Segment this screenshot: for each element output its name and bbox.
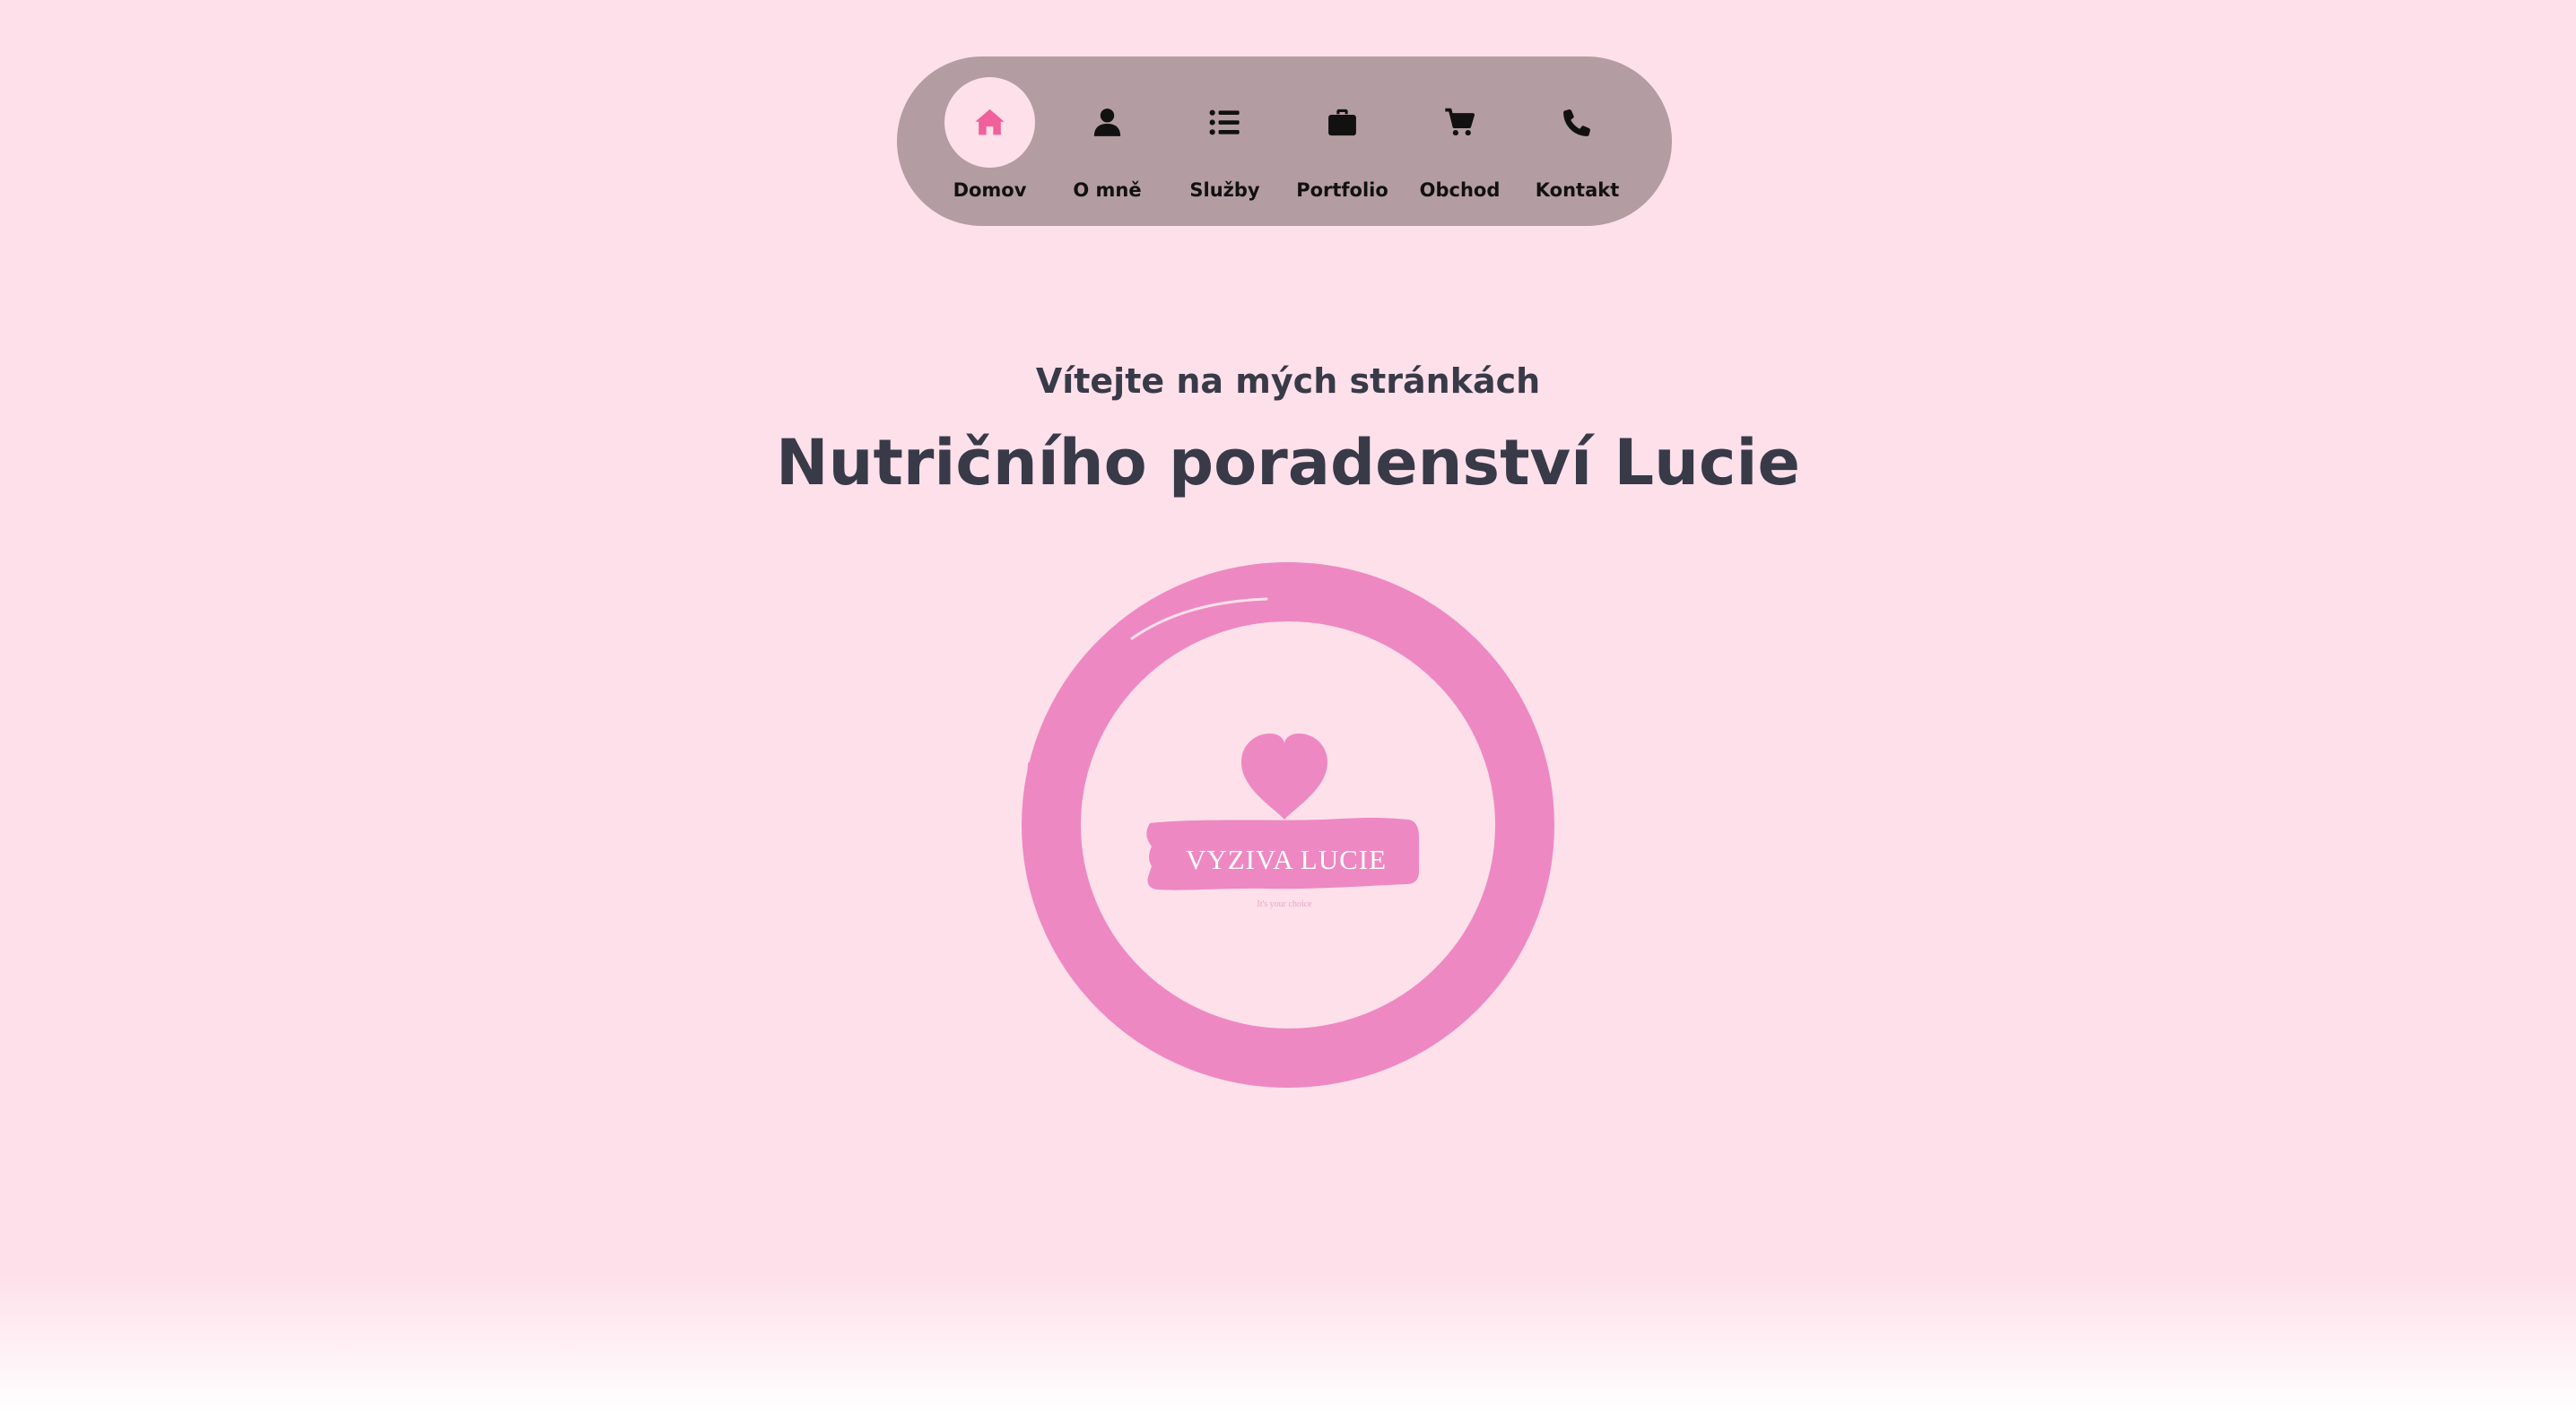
brand-logo-graphic: VYZIVA LUCIE It's your choice [1022,562,1554,1088]
cart-icon [1445,108,1475,136]
brand-logo: VYZIVA LUCIE It's your choice [1006,558,1570,1096]
nav-label-kontakt: Kontakt [1535,179,1620,201]
nav-icon-bubble-active [944,77,1035,168]
user-icon [1093,109,1121,136]
main-nav: Domov O mně Služby Portfolio Obchod Kont… [897,56,1672,226]
brand-tagline: It's your choice [1257,899,1312,909]
welcome-heading: Vítejte na mých stránkách [1035,361,1541,401]
briefcase-icon [1328,109,1356,136]
brand-name: VYZIVA LUCIE [1186,844,1387,875]
home-icon [975,109,1005,135]
phone-icon [1563,109,1590,136]
nav-item-kontakt[interactable]: Kontakt [1519,56,1636,226]
heart-icon [1241,734,1327,820]
list-icon [1209,109,1240,135]
page-title: Nutričního poradenství Lucie [776,426,1800,499]
